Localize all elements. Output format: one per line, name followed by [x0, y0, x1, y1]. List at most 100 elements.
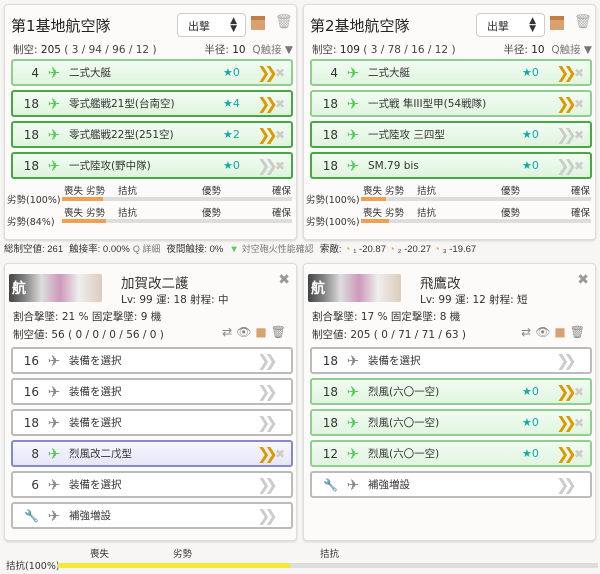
- remove-icon[interactable]: ✖: [574, 128, 590, 142]
- proficiency-chevron-icon[interactable]: ❯❯: [257, 156, 278, 175]
- equipment-name[interactable]: 烈風(六〇一空): [368, 384, 522, 399]
- equipment-name[interactable]: 烈風(六〇一空): [368, 415, 522, 430]
- remove-icon[interactable]: ✖: [574, 447, 590, 461]
- equipment-slot[interactable]: 8 ✈ 烈風改二戊型 ❯❯ ✖: [11, 440, 293, 467]
- proficiency-chevron-icon[interactable]: ❯❯: [556, 382, 577, 401]
- equipment-slot[interactable]: 4 ✈ 二式大艇 ★0 ❯❯ ✖: [310, 59, 592, 86]
- equipment-name[interactable]: SM.79 bis: [368, 160, 522, 172]
- equipment-name[interactable]: 二式大艇: [69, 65, 223, 80]
- storage-box-icon[interactable]: [550, 16, 564, 30]
- equipment-slot[interactable]: 18 ✈ 一式陸攻 三四型 ★0 ❯❯ ✖: [310, 121, 592, 148]
- contact-button[interactable]: Q触接 ▼: [252, 44, 293, 56]
- proficiency-chevron-icon[interactable]: ❯❯: [556, 63, 577, 82]
- contact-button[interactable]: Q触接 ▼: [551, 44, 592, 56]
- remove-icon[interactable]: ✖: [275, 159, 291, 173]
- remove-icon[interactable]: ✖: [275, 128, 291, 142]
- aa-check-link[interactable]: 対空砲火性能確認: [242, 244, 314, 254]
- remove-icon[interactable]: ✖: [574, 66, 590, 80]
- equipment-slot[interactable]: 4 ✈ 二式大艇 ★0 ❯❯ ✖: [11, 59, 293, 86]
- gauge-column-label: 確保: [571, 208, 591, 219]
- swap-icon[interactable]: ⇄: [521, 325, 535, 339]
- equipment-name[interactable]: 補強増設: [368, 477, 522, 492]
- trash-icon[interactable]: 🗑: [271, 325, 290, 339]
- close-icon[interactable]: ✖: [577, 272, 589, 288]
- equipment-slot[interactable]: 18 ✈ 一式戦 隼III型甲(54戦隊) ❯❯ ✖: [310, 90, 592, 117]
- proficiency-chevron-icon[interactable]: ❯❯: [556, 475, 577, 494]
- mode-select[interactable]: 出撃 ▲ ▼: [476, 13, 545, 37]
- equipment-slot[interactable]: 18 ✈ 零式艦戦22型(251空) ★2 ❯❯ ✖: [11, 121, 293, 148]
- equipment-name[interactable]: 装備を選択: [368, 353, 522, 368]
- equipment-slot[interactable]: 18 ✈ 烈風(六〇一空) ★0 ❯❯ ✖: [310, 409, 592, 436]
- equipment-slot[interactable]: 6 ✈ 装備を選択 ❯❯: [11, 471, 293, 498]
- storage-box-icon[interactable]: [251, 16, 265, 30]
- proficiency-chevron-icon[interactable]: ❯❯: [556, 351, 577, 370]
- proficiency-chevron-icon[interactable]: ❯❯: [257, 382, 278, 401]
- remove-icon[interactable]: ✖: [574, 416, 590, 430]
- equipment-name[interactable]: 装備を選択: [69, 384, 223, 399]
- equipment-slot[interactable]: 18 ✈ 装備を選択 ❯❯: [11, 409, 293, 436]
- equipment-slot[interactable]: 16 ✈ 装備を選択 ❯❯: [11, 347, 293, 374]
- remove-icon[interactable]: ✖: [574, 159, 590, 173]
- proficiency-chevron-icon[interactable]: ❯❯: [556, 125, 577, 144]
- ship-banner[interactable]: 航: [9, 274, 102, 302]
- trash-icon[interactable]: 🗑: [574, 14, 592, 30]
- equipment-name[interactable]: 装備を選択: [69, 415, 223, 430]
- remove-icon[interactable]: ✖: [275, 447, 291, 461]
- eye-icon[interactable]: 👁: [236, 325, 255, 339]
- equipment-slot[interactable]: 18 ✈ 零式艦戦21型(台南空) ★4 ❯❯ ✖: [11, 90, 293, 117]
- equipment-name[interactable]: 装備を選択: [69, 353, 223, 368]
- ship-name[interactable]: 加賀改二護: [121, 272, 189, 292]
- proficiency-chevron-icon[interactable]: ❯❯: [556, 444, 577, 463]
- storage-box-icon[interactable]: ■: [554, 325, 569, 339]
- proficiency-chevron-icon[interactable]: ❯❯: [257, 506, 278, 525]
- equipment-name[interactable]: 一式陸攻 三四型: [368, 127, 522, 142]
- close-icon[interactable]: ✖: [278, 272, 290, 288]
- slot-count: 4: [31, 65, 39, 80]
- detail-link[interactable]: Q 詳細: [133, 244, 161, 254]
- equipment-name[interactable]: 烈風(六〇一空): [368, 446, 522, 461]
- proficiency-chevron-icon[interactable]: ❯❯: [556, 94, 577, 113]
- eye-icon[interactable]: 👁: [535, 325, 554, 339]
- ship-name[interactable]: 飛鷹改: [420, 272, 461, 292]
- equipment-slot[interactable]: 18 ✈ 烈風(六〇一空) ★0 ❯❯ ✖: [310, 378, 592, 405]
- remove-icon[interactable]: ✖: [574, 385, 590, 399]
- plane-icon: ✈: [346, 156, 360, 175]
- remove-icon[interactable]: ✖: [275, 66, 291, 80]
- equipment-name[interactable]: 烈風改二戊型: [69, 446, 223, 461]
- equipment-name[interactable]: 一式戦 隼III型甲(54戦隊): [368, 96, 522, 111]
- equipment-slot[interactable]: 16 ✈ 装備を選択 ❯❯: [11, 378, 293, 405]
- equipment-slot[interactable]: 18 ✈ SM.79 bis ★0 ❯❯ ✖: [310, 152, 592, 179]
- equipment-name[interactable]: 一式陸攻(野中隊): [69, 158, 223, 173]
- proficiency-chevron-icon[interactable]: ❯❯: [257, 94, 278, 113]
- equipment-slot[interactable]: 18 ✈ 一式陸攻(野中隊) ★0 ❯❯ ✖: [11, 152, 293, 179]
- swap-icon[interactable]: ⇄: [222, 325, 236, 339]
- trash-icon[interactable]: 🗑: [570, 325, 589, 339]
- equipment-slot[interactable]: 18 ✈ 装備を選択 ❯❯: [310, 347, 592, 374]
- proficiency-chevron-icon[interactable]: ❯❯: [257, 475, 278, 494]
- proficiency-chevron-icon[interactable]: ❯❯: [556, 156, 577, 175]
- equipment-name[interactable]: 装備を選択: [69, 477, 223, 492]
- proficiency-chevron-icon[interactable]: ❯❯: [556, 413, 577, 432]
- proficiency-chevron-icon[interactable]: ❯❯: [257, 413, 278, 432]
- equipment-name[interactable]: 補強増設: [69, 508, 223, 523]
- equipment-slot[interactable]: 🔧 ✈ 補強増設 ❯❯: [310, 471, 592, 498]
- equipment-name[interactable]: 零式艦戦21型(台南空): [69, 96, 223, 111]
- ship-banner[interactable]: 航: [308, 274, 401, 302]
- equipment-name[interactable]: 二式大艇: [368, 65, 522, 80]
- equipment-name[interactable]: 零式艦戦22型(251空): [69, 127, 223, 142]
- ship-type-badge: 航: [12, 281, 26, 297]
- proficiency-chevron-icon[interactable]: ❯❯: [257, 125, 278, 144]
- remove-icon[interactable]: ✖: [574, 97, 590, 111]
- mode-select[interactable]: 出撃 ▲ ▼: [177, 13, 246, 37]
- ship-air-power: 制空値: 56 ( 0 / 0 / 0 / 56 / 0 ): [13, 329, 164, 341]
- equipment-slot[interactable]: 🔧 ✈ 補強増設 ❯❯: [11, 502, 293, 529]
- proficiency-chevron-icon[interactable]: ❯❯: [257, 351, 278, 370]
- plane-icon: ✈: [47, 382, 61, 401]
- storage-box-icon[interactable]: ■: [255, 325, 270, 339]
- equipment-slot[interactable]: 12 ✈ 烈風(六〇一空) ★0 ❯❯ ✖: [310, 440, 592, 467]
- trash-icon[interactable]: 🗑: [275, 14, 293, 30]
- proficiency-chevron-icon[interactable]: ❯❯: [257, 444, 278, 463]
- remove-icon[interactable]: ✖: [275, 97, 291, 111]
- gauge-column-label: 拮抗: [417, 186, 437, 197]
- proficiency-chevron-icon[interactable]: ❯❯: [257, 63, 278, 82]
